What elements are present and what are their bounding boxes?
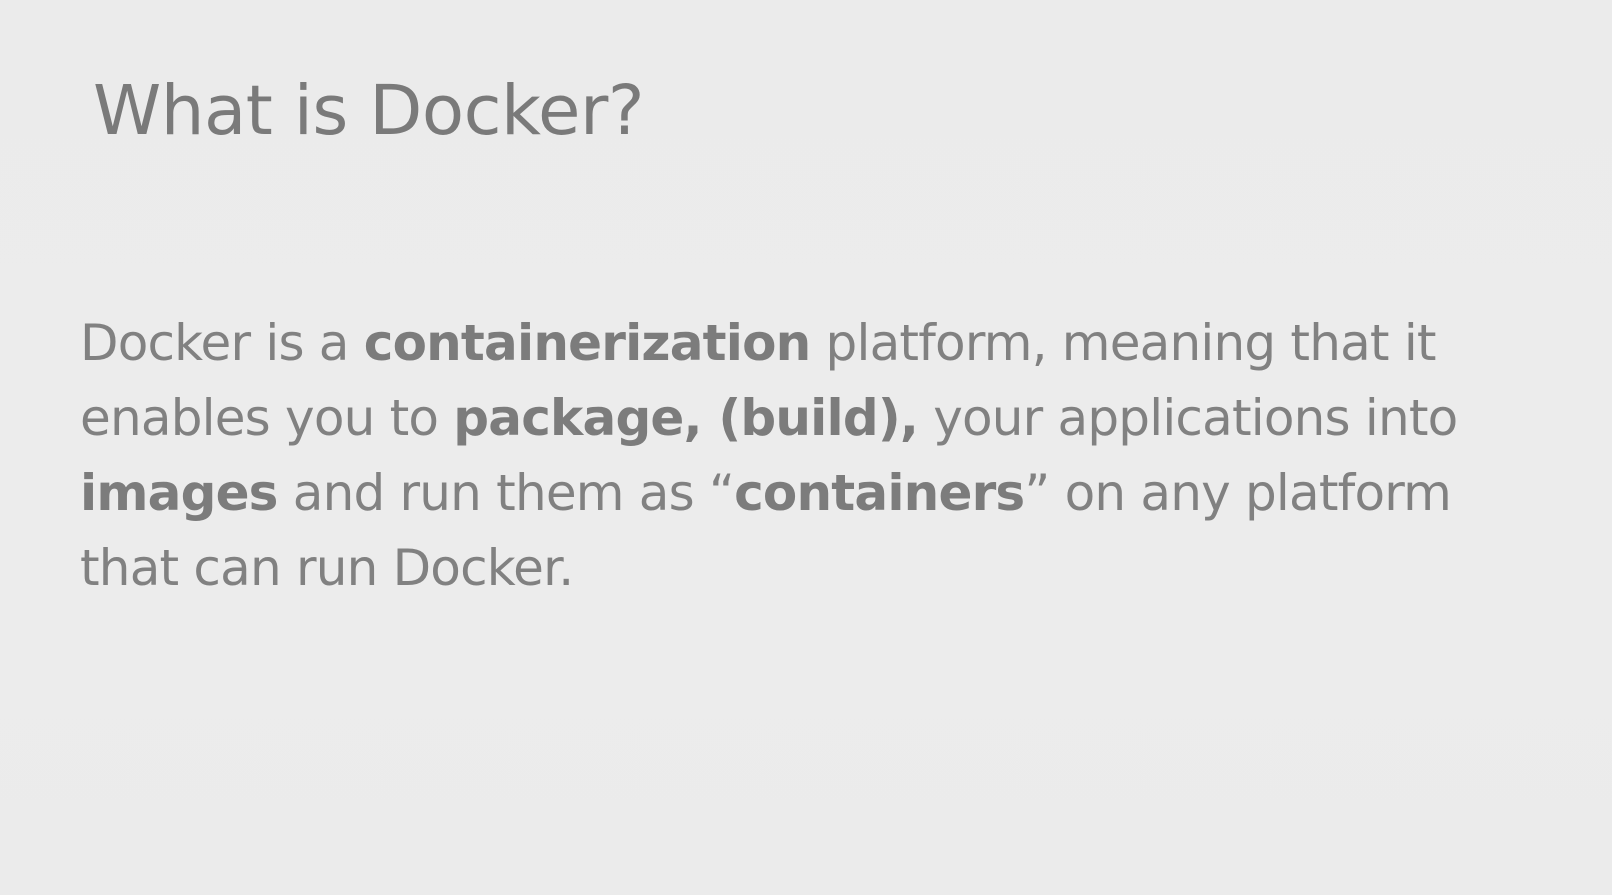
body-text: platform, meaning that it [810,314,1437,372]
body-bold-text: containers [734,464,1025,522]
slide-body: Docker is a containerization platform, m… [80,306,1580,606]
body-line: enables you to package, (build), your ap… [80,381,1580,456]
body-bold-text: images [80,464,278,522]
body-text: and run them as “ [277,464,735,522]
body-line: images and run them as “containers” on a… [80,456,1580,531]
body-text: ” on any platform [1024,464,1452,522]
body-text: enables you to [80,389,454,447]
slide-title: What is Docker? [93,71,645,151]
body-line: that can run Docker. [80,531,1580,606]
body-text: Docker is a [80,314,364,372]
body-text: that can run Docker. [80,539,574,597]
body-text: your applications into [918,389,1458,447]
body-bold-text: package, (build), [453,389,919,447]
body-bold-text: containerization [363,314,812,372]
slide: What is Docker? Docker is a containeriza… [0,0,1612,895]
body-line: Docker is a containerization platform, m… [80,306,1580,381]
